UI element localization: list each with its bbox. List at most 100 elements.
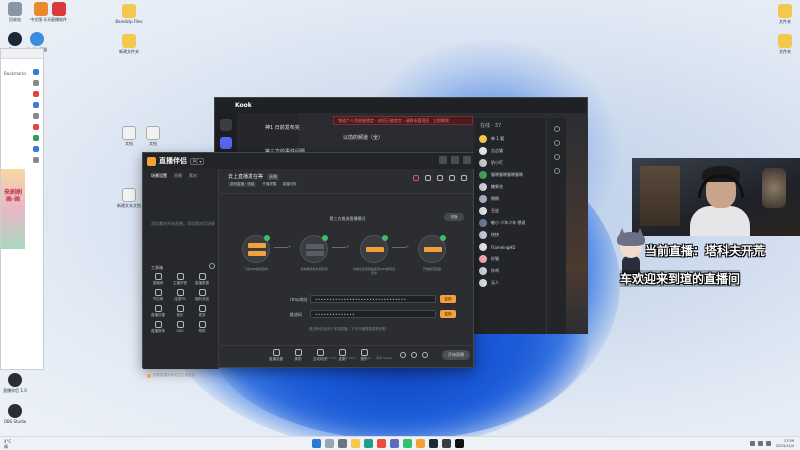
room-tag[interactable]: 直播 (267, 173, 280, 180)
toolbox-item[interactable]: 直播推荐 (147, 321, 169, 334)
wechat-icon[interactable] (403, 439, 412, 448)
tab-live[interactable]: 直播 (174, 173, 182, 179)
reminder-link[interactable]: 开播提醒 (262, 182, 276, 187)
member-item[interactable]: 奶小叮 (474, 157, 546, 169)
promo-banner[interactable] (1, 169, 25, 249)
copy-rtmp-button[interactable]: 复制 (440, 295, 456, 303)
message-icon[interactable] (437, 175, 443, 181)
version-badge[interactable]: PC ▾ (190, 157, 205, 165)
toolbox-item[interactable]: 节目单 (147, 289, 169, 302)
bottom-tool[interactable]: 直播设置 (265, 349, 287, 362)
steam-icon[interactable] (429, 439, 438, 448)
tab-scene[interactable]: 场景设置 (151, 173, 167, 179)
windows-start-icon[interactable] (312, 439, 321, 448)
tool-icon[interactable] (33, 135, 39, 141)
copy-key-button[interactable]: 复制 (440, 310, 456, 318)
pin-icon[interactable] (553, 140, 560, 146)
toolbox-item[interactable]: 音乐 (169, 305, 191, 318)
streaming-app-icon[interactable] (416, 439, 425, 448)
streaming-assistant-window[interactable]: 直播伴侣 PC ▾ 场景设置 直播 素材 添加素材开始直播，添加素材至场景 工具… (142, 152, 475, 378)
desktop-icon-document[interactable]: 文档 (138, 126, 168, 146)
member-item[interactable]: 猫咪猫咪猫咪猫咪 (474, 169, 546, 181)
browser-titlebar[interactable] (1, 49, 43, 59)
member-item[interactable]: 吉吉猫 (474, 145, 546, 157)
member-item[interactable]: 神 1 狐 (474, 133, 546, 145)
desktop-icon-folder[interactable]: 文件夹 (770, 34, 800, 54)
store-icon[interactable] (390, 439, 399, 448)
toolbox-item[interactable]: 连麦PK (169, 289, 191, 302)
desktop-icon-folder[interactable]: 新建文件夹 (114, 34, 144, 54)
toolbox-item[interactable]: 直播设置 (147, 305, 169, 318)
toolbox-item[interactable]: 直播间 (147, 273, 169, 286)
bell-icon[interactable] (553, 126, 560, 132)
toolbox-item[interactable]: 直播数据 (191, 273, 213, 286)
rtmp-address-field[interactable]: •••••••••••••••••••••••••••••••• (310, 295, 436, 303)
tool-icon[interactable] (33, 113, 39, 119)
bottom-tool[interactable]: 美颜 (287, 349, 309, 362)
server-icon[interactable] (220, 119, 232, 131)
desktop-icon-document[interactable]: 新建文本文档 (114, 188, 144, 208)
extension-icon[interactable] (33, 69, 39, 75)
server-icon[interactable] (220, 137, 232, 149)
settings-icon[interactable] (422, 352, 428, 358)
obs-icon[interactable] (455, 439, 464, 448)
task-view-icon[interactable] (338, 439, 347, 448)
toolbox-settings-icon[interactable] (209, 263, 215, 269)
server-title[interactable]: 神1 日前发布完 (265, 124, 300, 131)
gift-icon[interactable] (413, 175, 419, 181)
replay-link[interactable]: 直播回放 (282, 182, 296, 187)
toolbox-item[interactable]: 主播学堂 (169, 273, 191, 286)
bell-icon[interactable] (449, 175, 455, 181)
close-icon[interactable] (463, 156, 471, 164)
tool-icon[interactable] (33, 102, 39, 108)
link-icon[interactable] (461, 175, 467, 181)
tab-material[interactable]: 素材 (189, 173, 197, 179)
tool-icon[interactable] (33, 80, 39, 86)
start-live-button[interactable]: 开始直播 (442, 350, 470, 360)
clock[interactable]: 17:59 2023/12/4 (776, 439, 794, 448)
member-item[interactable]: 棉棉 (474, 193, 546, 205)
kook-icon[interactable] (442, 439, 451, 448)
desktop-icon-stream[interactable]: 直播软件 (44, 2, 74, 22)
alert-action-link[interactable]: 立即解锁 (433, 118, 449, 124)
member-item[interactable]: 糖果花 (474, 181, 546, 193)
member-item[interactable]: FlameingHD (474, 241, 546, 253)
member-item[interactable]: 豆皮 (474, 205, 546, 217)
member-item[interactable]: 敏小 少年少年 想说 (474, 217, 546, 229)
search-icon[interactable] (325, 439, 334, 448)
switch-mode-button[interactable]: 切换 (444, 213, 464, 221)
member-item[interactable]: 快快 (474, 229, 546, 241)
weather-widget[interactable]: 4°C 晴 (4, 439, 11, 449)
file-explorer-icon[interactable] (351, 439, 360, 448)
stream-key-field[interactable]: •••••••••••••• (310, 310, 436, 318)
share-icon[interactable] (425, 175, 431, 181)
tool-icon[interactable] (33, 146, 39, 152)
category-chip[interactable]: 游戏直播 · 电脑 (228, 182, 257, 187)
desktop-icon-folder[interactable]: 文件夹 (770, 4, 800, 24)
edge-icon[interactable] (364, 439, 373, 448)
chrome-icon[interactable] (377, 439, 386, 448)
camera-icon[interactable] (400, 352, 406, 358)
volume-icon[interactable] (766, 441, 772, 446)
browser-window[interactable]: Bookmarks 来刷刷 画·画 (0, 48, 44, 370)
toolbox-item[interactable]: 更多 (191, 305, 213, 318)
minimize-icon[interactable] (439, 156, 447, 164)
desktop-icon-obs[interactable]: OBS Studio (0, 404, 30, 424)
member-item[interactable]: 无人 (474, 277, 546, 289)
toolbox-item[interactable]: 福利派送 (191, 289, 213, 302)
member-item[interactable]: 好猫 (474, 253, 546, 265)
desktop-icon-stream-assistant[interactable]: 直播伴侣 1.0 (0, 373, 30, 393)
chevron-up-icon[interactable] (750, 441, 756, 446)
desktop-icon-folder[interactable]: Bandizip Files (114, 4, 144, 24)
room-name[interactable]: 去上直播发在等 (228, 173, 263, 180)
member-item[interactable]: 炸鸡 (474, 265, 546, 277)
tool-icon[interactable] (33, 157, 39, 163)
microphone-icon[interactable] (411, 352, 417, 358)
members-icon[interactable] (553, 154, 560, 160)
chat-app-titlebar[interactable]: Kook (215, 98, 587, 113)
channel-title[interactable]: 以前的频道（全） (343, 134, 383, 141)
app-titlebar[interactable]: 直播伴侣 PC ▾ (143, 153, 475, 169)
toolbox-item[interactable]: OBS (169, 321, 191, 334)
search-icon[interactable] (553, 168, 560, 174)
wifi-icon[interactable] (758, 441, 764, 446)
